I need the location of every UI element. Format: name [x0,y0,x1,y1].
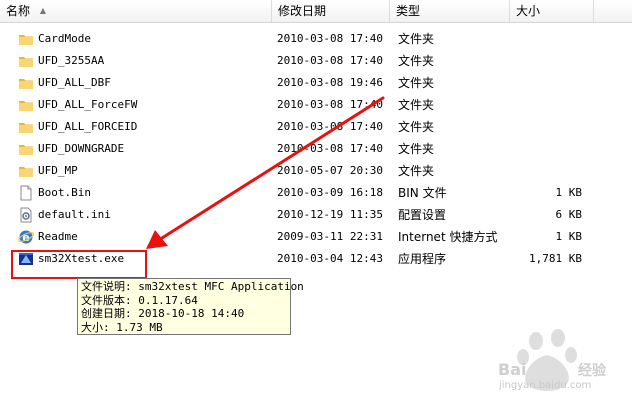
tooltip-created: 创建日期: 2018-10-18 14:40 [81,307,245,320]
watermark-url: jingyan.baidu.com [499,380,592,391]
svg-text:经验: 经验 [578,362,607,379]
baidu-watermark-icon: Bai 经验 [498,329,607,391]
svg-text:Bai: Bai [498,360,526,379]
tooltip-description: 文件说明: sm32xtest MFC Application [81,280,304,293]
tooltip-size: 大小: 1.73 MB [81,320,163,334]
tooltip-version: 文件版本: 0.1.17.64 [81,293,198,307]
file-tooltip: 文件说明: sm32xtest MFC Application 文件版本: 0.… [77,278,304,335]
